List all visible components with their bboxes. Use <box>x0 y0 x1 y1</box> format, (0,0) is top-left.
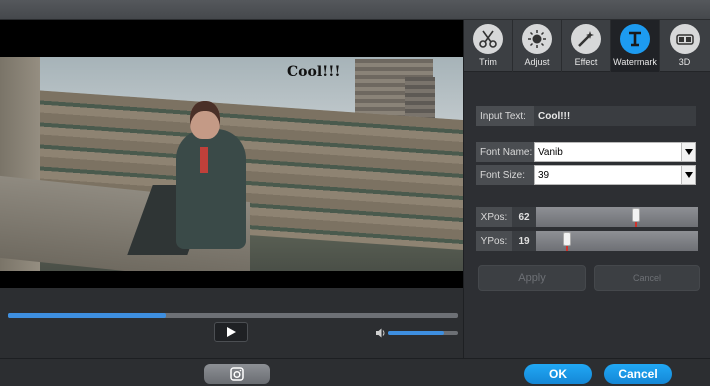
tab-label: Watermark <box>613 57 657 67</box>
cancel-button[interactable]: Cancel <box>604 364 672 384</box>
scissors-icon <box>473 24 503 54</box>
chevron-down-icon[interactable] <box>681 143 695 161</box>
cancel-watermark-button[interactable]: Cancel <box>594 265 700 291</box>
person-shirt <box>200 147 208 173</box>
title-bar[interactable] <box>0 0 710 20</box>
tab-3d[interactable]: 3D <box>660 20 709 72</box>
font-name-select[interactable]: Vanib <box>534 142 696 162</box>
video-editor-window: Cool!!! Trim Adjust Effect Watermark 3D … <box>0 0 710 386</box>
xpos-row: XPos: 62 <box>476 207 698 227</box>
snapshot-button[interactable] <box>204 364 270 384</box>
ypos-row: YPos: 19 <box>476 231 698 251</box>
chevron-down-icon[interactable] <box>681 166 695 184</box>
input-text-label: Input Text: <box>476 106 534 126</box>
xpos-value: 62 <box>512 207 536 227</box>
preview-panel: Cool!!! <box>0 20 463 358</box>
text-icon <box>620 24 650 54</box>
apply-button[interactable]: Apply <box>478 265 586 291</box>
tab-adjust[interactable]: Adjust <box>513 20 562 72</box>
volume-icon[interactable] <box>376 328 386 338</box>
font-size-label: Font Size: <box>476 165 534 185</box>
play-button[interactable] <box>214 322 248 342</box>
play-icon <box>227 327 236 337</box>
font-size-row: Font Size: 39 <box>476 165 696 185</box>
tool-tabs: Trim Adjust Effect Watermark 3D <box>464 20 710 72</box>
person-coat <box>176 129 246 249</box>
tab-label: Trim <box>479 57 497 67</box>
ypos-value: 19 <box>512 231 536 251</box>
video-frame: Cool!!! <box>0 57 463 271</box>
font-size-value: 39 <box>538 169 550 181</box>
tab-watermark[interactable]: Watermark <box>611 20 660 72</box>
camera-icon <box>230 367 244 381</box>
playback-progress-fill <box>8 313 166 318</box>
tab-label: Adjust <box>524 57 550 67</box>
xpos-slider-thumb[interactable] <box>632 208 641 222</box>
ypos-slider-thumb[interactable] <box>562 232 571 246</box>
video-viewport: Cool!!! <box>0 20 463 288</box>
tab-trim[interactable]: Trim <box>464 20 513 72</box>
xpos-slider[interactable] <box>536 207 698 227</box>
playback-progress-bar[interactable] <box>8 313 458 318</box>
input-text-row: Input Text: Cool!!! <box>476 106 696 126</box>
tab-label: Effect <box>574 57 598 67</box>
tab-effect[interactable]: Effect <box>562 20 611 72</box>
xpos-label: XPos: <box>476 207 512 227</box>
3d-glasses-icon <box>669 24 700 54</box>
person-head <box>190 101 220 139</box>
magic-wand-icon <box>571 24 601 54</box>
font-size-select[interactable]: 39 <box>534 165 696 185</box>
tools-panel: Trim Adjust Effect Watermark 3D Input Te… <box>463 20 710 358</box>
ypos-label: YPos: <box>476 231 512 251</box>
font-name-row: Font Name: Vanib <box>476 142 696 162</box>
input-text-field[interactable]: Cool!!! <box>534 106 696 126</box>
volume-slider[interactable] <box>388 331 458 335</box>
ok-button[interactable]: OK <box>524 364 592 384</box>
font-name-label: Font Name: <box>476 142 534 162</box>
bottom-bar: OK Cancel <box>0 358 710 386</box>
tab-label: 3D <box>678 57 691 67</box>
brightness-icon <box>522 24 552 54</box>
ypos-slider[interactable] <box>536 231 698 251</box>
font-name-value: Vanib <box>538 146 563 158</box>
watermark-overlay-text: Cool!!! <box>287 64 341 80</box>
volume-slider-fill <box>388 331 444 335</box>
